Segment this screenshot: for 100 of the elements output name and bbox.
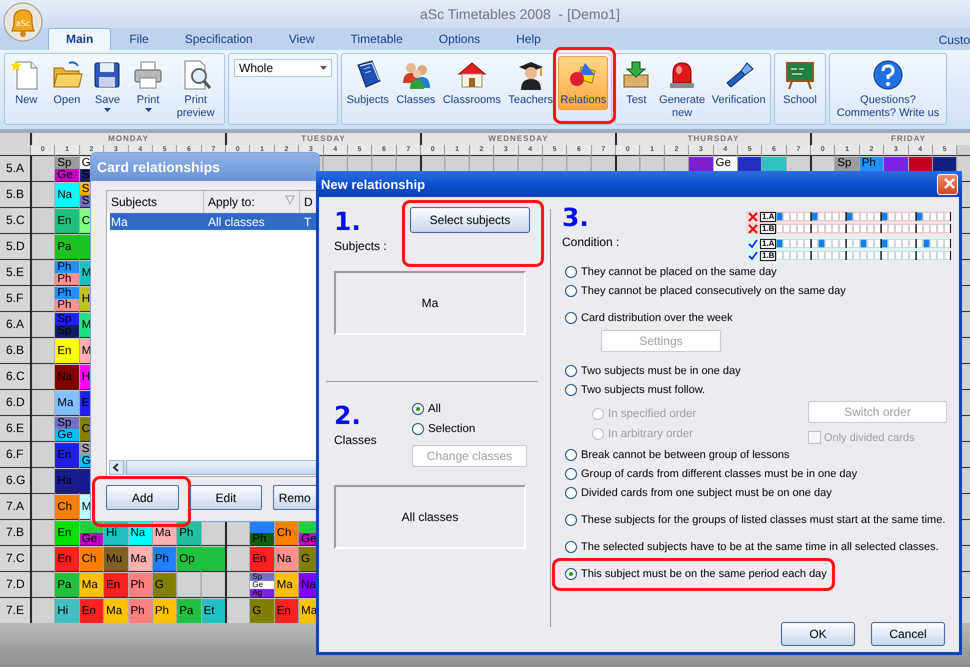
radio-button[interactable] (565, 266, 577, 278)
lesson-card: Ag (250, 589, 274, 597)
cross-icon (748, 224, 758, 234)
lesson-card: Sp (55, 157, 79, 169)
day-header: MONDAY (30, 133, 225, 145)
dialog-button[interactable]: OK (781, 622, 855, 646)
radio-button[interactable] (565, 285, 577, 297)
dialog-button: Settings (601, 330, 721, 352)
dialog-button[interactable]: Add (106, 485, 179, 510)
step-number: 3. (562, 205, 590, 231)
lesson-card: Pa (177, 599, 201, 623)
dialog-button[interactable]: Edit (190, 485, 262, 510)
dialog-button: Change classes (412, 445, 527, 467)
class-tag: 1.B (760, 250, 776, 260)
radio-button[interactable] (565, 449, 577, 461)
option-label: Group of cards from different classes must be in one day (581, 468, 858, 480)
close-button[interactable] (937, 174, 958, 194)
lesson-card: Ma (128, 547, 152, 571)
dialog-button[interactable]: Remo (272, 485, 319, 510)
radio-button[interactable] (565, 541, 577, 553)
ribbon-button[interactable]: Open (48, 56, 85, 110)
radio-button[interactable] (565, 312, 577, 324)
dropdown-value: Whole (239, 61, 274, 75)
class-label: 7.C (0, 545, 30, 571)
lesson-card: Sp (55, 313, 79, 325)
dialog-button[interactable]: Cancel (871, 622, 945, 646)
ribbon-button[interactable]: Print (130, 56, 166, 115)
ribbon-button[interactable]: Questions? Comments? Write us (832, 56, 944, 123)
caret-icon (320, 66, 327, 70)
ribbon-button[interactable]: Classes (394, 56, 438, 110)
classes-value-box: All classes (334, 485, 526, 549)
class-label: 5.F (0, 285, 30, 311)
lesson-card: Ge (80, 533, 104, 545)
ribbon-button[interactable]: Generate new (657, 56, 708, 123)
dialog-title: New relationship (321, 176, 426, 192)
menu-tab[interactable]: File (111, 28, 167, 50)
option-label: Divided cards from one subject must be on one day (581, 487, 832, 499)
list-row[interactable]: Ma All classes T (110, 213, 319, 230)
lesson-card: Ph (860, 157, 884, 169)
view-dropdown[interactable]: Whole (234, 59, 332, 77)
menu-tab[interactable]: View (270, 28, 333, 50)
class-label: 7.A (0, 493, 30, 519)
class-label: 6.C (0, 363, 30, 389)
radio-button[interactable] (412, 403, 424, 415)
class-label: 5.E (0, 259, 30, 285)
lesson-card: Ph (55, 261, 79, 273)
menu-tab[interactable]: Custo (938, 33, 970, 47)
option-label: These subjects for the groups of listed classes must start at the same time. (581, 514, 946, 526)
menu-tab[interactable]: Timetable (332, 28, 421, 50)
lesson-card: Ph (55, 273, 79, 285)
lesson-card: Ph (128, 599, 152, 623)
caret-icon (144, 108, 152, 112)
ribbon-button[interactable]: School (781, 56, 819, 110)
filter-icon (285, 195, 295, 205)
ribbon-button[interactable]: Classrooms (440, 56, 503, 110)
radio-button[interactable] (565, 384, 577, 396)
radio-button[interactable] (565, 365, 577, 377)
option-label: This subject must be on the same period each day (581, 568, 827, 580)
class-tag: 1.A (760, 212, 776, 222)
list-cell-text: All classes (207, 214, 266, 230)
radio-button[interactable] (565, 468, 577, 480)
class-label: 6.F (0, 441, 30, 467)
option-label: Two subjects must be in one day (581, 365, 741, 377)
lesson-card: Ph (55, 299, 79, 311)
select-subjects-button[interactable]: Select subjects (410, 207, 530, 233)
menu-tab[interactable]: Specification (166, 28, 271, 50)
ribbon-button[interactable]: Test (618, 56, 654, 110)
radio-button[interactable] (565, 487, 577, 499)
ribbon-button[interactable]: Verification (710, 56, 768, 110)
lesson-card: G (250, 599, 274, 623)
menu-tab[interactable]: Main (48, 28, 112, 50)
ribbon-button[interactable]: Teachers (506, 56, 555, 110)
ribbon-button[interactable]: Print preview (170, 56, 221, 123)
radio-button[interactable] (412, 423, 424, 435)
lesson-card: Sp (835, 157, 859, 169)
lesson-card: En (55, 443, 79, 467)
day-header: FRIDAY (810, 133, 970, 145)
ribbon-button[interactable]: Save (89, 56, 126, 115)
lesson-card: En (55, 547, 79, 571)
radio-button[interactable] (565, 514, 577, 526)
lesson-card: En (104, 573, 128, 597)
ribbon-button[interactable]: Subjects (344, 56, 391, 110)
lesson-card: Ph (152, 547, 176, 571)
class-label: 6.A (0, 311, 30, 337)
lesson-card: Ch (80, 547, 104, 571)
step-number: 2. (334, 403, 362, 429)
menu-tab[interactable]: Help (498, 28, 559, 50)
ribbon-button[interactable]: Relations (558, 56, 608, 110)
lesson-card: Ch (55, 495, 79, 519)
column-header[interactable]: D (300, 191, 314, 213)
lesson-card: En (274, 599, 298, 623)
option-label: Two subjects must follow. (581, 384, 706, 396)
lesson-card: Ph (250, 533, 274, 545)
lesson-card: Ph (128, 573, 152, 597)
ribbon-button[interactable]: New (8, 56, 44, 110)
menu-tab[interactable]: Options (420, 28, 498, 50)
lesson-card: Ge (55, 169, 79, 181)
class-label: 5.C (0, 207, 30, 233)
radio-button[interactable] (565, 568, 577, 580)
class-tag: 1.A (760, 238, 776, 248)
